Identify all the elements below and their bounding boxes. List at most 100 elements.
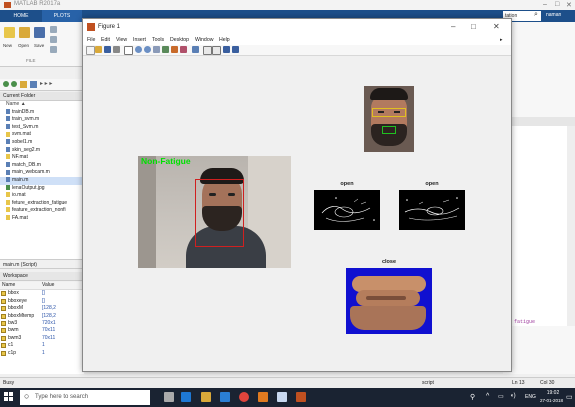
tab-home[interactable]: HOME [0, 10, 42, 22]
new-figure-icon[interactable] [86, 46, 95, 55]
menu-desktop[interactable]: Desktop [170, 36, 189, 45]
list-item[interactable]: match_DB.m [0, 162, 84, 170]
task-view-icon[interactable] [164, 392, 174, 402]
save-figure-icon[interactable] [104, 46, 111, 53]
forward-icon[interactable] [11, 81, 17, 87]
back-icon[interactable] [3, 81, 9, 87]
list-item[interactable]: trainDB.m [0, 109, 84, 117]
edit-plot-icon[interactable] [124, 46, 133, 55]
list-item[interactable]: FA.mat [0, 215, 84, 223]
open-button[interactable]: Open [18, 43, 29, 48]
print-figure-icon[interactable] [113, 46, 120, 53]
taskbar-search-box[interactable]: ○ Type here to search [20, 390, 150, 405]
show-plot-tools-icon[interactable] [232, 46, 239, 53]
table-row[interactable]: bw3 720x1 [0, 320, 84, 327]
workspace-table[interactable]: Name Value bbox[] bboxeye[] bboxM [128,2 … [0, 282, 84, 374]
table-row[interactable]: bboxMtemp [128,2 [0, 313, 84, 320]
edge-browser-icon[interactable] [181, 392, 191, 402]
table-row[interactable]: bwm 70x11 [0, 327, 84, 334]
rotate-3d-icon[interactable] [162, 46, 169, 53]
windows-start-icon[interactable] [4, 392, 14, 402]
table-row[interactable]: c1 1 [0, 342, 84, 349]
browse-icon[interactable] [30, 81, 37, 88]
compare-icon[interactable] [50, 36, 57, 43]
menu-view[interactable]: View [116, 36, 127, 45]
list-item[interactable]: lenaOutput.jpg [0, 185, 84, 193]
list-item[interactable]: sobel1.m [0, 139, 84, 147]
editor-panel-edge[interactable]: ay fatigue [503, 22, 575, 374]
path-breadcrumb-icon[interactable]: ▸ ▸ ▸ [40, 80, 52, 87]
menu-window[interactable]: Window [195, 36, 213, 45]
new-script-icon[interactable] [4, 27, 15, 38]
save-icon[interactable] [34, 27, 45, 38]
close-icon[interactable]: ✕ [493, 22, 500, 31]
list-item[interactable]: io.mat [0, 192, 84, 200]
clock-date[interactable]: 27-01-2018 [540, 398, 563, 403]
table-row[interactable]: bboxeye[] [0, 298, 84, 305]
minimize-icon[interactable]: – [451, 22, 455, 31]
tab-plots[interactable]: PLOTS [42, 10, 82, 22]
insert-colorbar-icon[interactable] [203, 46, 212, 55]
language-indicator[interactable]: ENG [525, 394, 536, 400]
user-menu[interactable]: naman [546, 12, 561, 18]
print-icon[interactable] [50, 46, 57, 53]
zoom-in-icon[interactable] [135, 46, 142, 53]
battery-icon[interactable]: ▭ [498, 393, 504, 400]
menu-edit[interactable]: Edit [101, 36, 110, 45]
close-icon[interactable]: ✕ [566, 1, 572, 9]
minimize-icon[interactable]: – [543, 1, 547, 8]
up-folder-icon[interactable] [20, 81, 27, 88]
find-files-icon[interactable] [50, 26, 57, 33]
search-icon[interactable]: ⌕ [534, 11, 538, 19]
figure-title-bar[interactable]: Figure 1 – □ ✕ [83, 19, 511, 36]
clock-time[interactable]: 19:02 [544, 390, 562, 396]
list-item-selected[interactable]: main.m [0, 176, 84, 185]
link-plot-icon[interactable] [192, 46, 199, 53]
figure-canvas[interactable]: Non-Fatigue open open close [83, 56, 511, 371]
name-column-header[interactable]: Name ▲ [0, 101, 84, 109]
menu-insert[interactable]: Insert [133, 36, 146, 45]
vlc-icon[interactable] [258, 392, 268, 402]
brush-icon[interactable] [180, 46, 187, 53]
menu-file[interactable]: File [87, 36, 95, 45]
current-folder-list[interactable]: Name ▲ trainDB.m train_svm.m test_Svm.m … [0, 101, 84, 259]
list-item[interactable]: train_svm.m [0, 116, 84, 124]
list-item[interactable]: feture_extraction_fatigue [0, 200, 84, 208]
hide-plot-tools-icon[interactable] [223, 46, 230, 53]
file-explorer-icon[interactable] [201, 392, 211, 402]
details-panel[interactable]: main.m (Script) [0, 259, 84, 269]
volume-icon[interactable]: ◖) [510, 393, 516, 399]
notifications-icon[interactable]: ▭ [566, 393, 573, 401]
table-row[interactable]: bwm3 70x11 [0, 335, 84, 342]
list-item[interactable]: svm.mat [0, 131, 84, 139]
data-cursor-icon[interactable] [171, 46, 178, 53]
editor-text-area[interactable] [503, 126, 567, 326]
new-button[interactable]: New [3, 43, 12, 48]
save-button[interactable]: Save [34, 43, 44, 48]
scrollbar[interactable] [567, 126, 575, 326]
menu-help[interactable]: Help [219, 36, 230, 45]
list-item[interactable]: NF.mat [0, 154, 84, 162]
maximize-icon[interactable]: □ [555, 1, 559, 8]
table-row[interactable]: bboxM [128,2 [0, 305, 84, 312]
list-item[interactable]: main_webcam.m [0, 169, 84, 177]
photos-icon[interactable] [277, 392, 287, 402]
list-item[interactable]: test_Svm.m [0, 124, 84, 132]
menu-overflow-icon[interactable]: ▸ [500, 36, 503, 45]
figure-window[interactable]: Figure 1 – □ ✕ File Edit View Insert Too… [82, 18, 512, 372]
show-hidden-icons[interactable]: ^ [486, 393, 489, 400]
maximize-icon[interactable]: □ [471, 22, 476, 31]
open-folder-icon[interactable] [19, 27, 30, 38]
pan-icon[interactable] [153, 46, 160, 53]
open-file-icon[interactable] [95, 46, 102, 53]
list-item[interactable]: feature_extraction_nonfi [0, 207, 84, 215]
table-row[interactable]: c1p 1 [0, 350, 84, 357]
list-item[interactable]: skin_seg2.m [0, 147, 84, 155]
zoom-out-icon[interactable] [144, 46, 151, 53]
store-icon[interactable] [220, 392, 230, 402]
people-icon[interactable]: ⚲ [470, 393, 475, 401]
matlab-taskbar-icon[interactable] [296, 392, 306, 402]
insert-legend-icon[interactable] [212, 46, 221, 55]
table-row[interactable]: bbox[] [0, 290, 84, 297]
menu-tools[interactable]: Tools [152, 36, 164, 45]
